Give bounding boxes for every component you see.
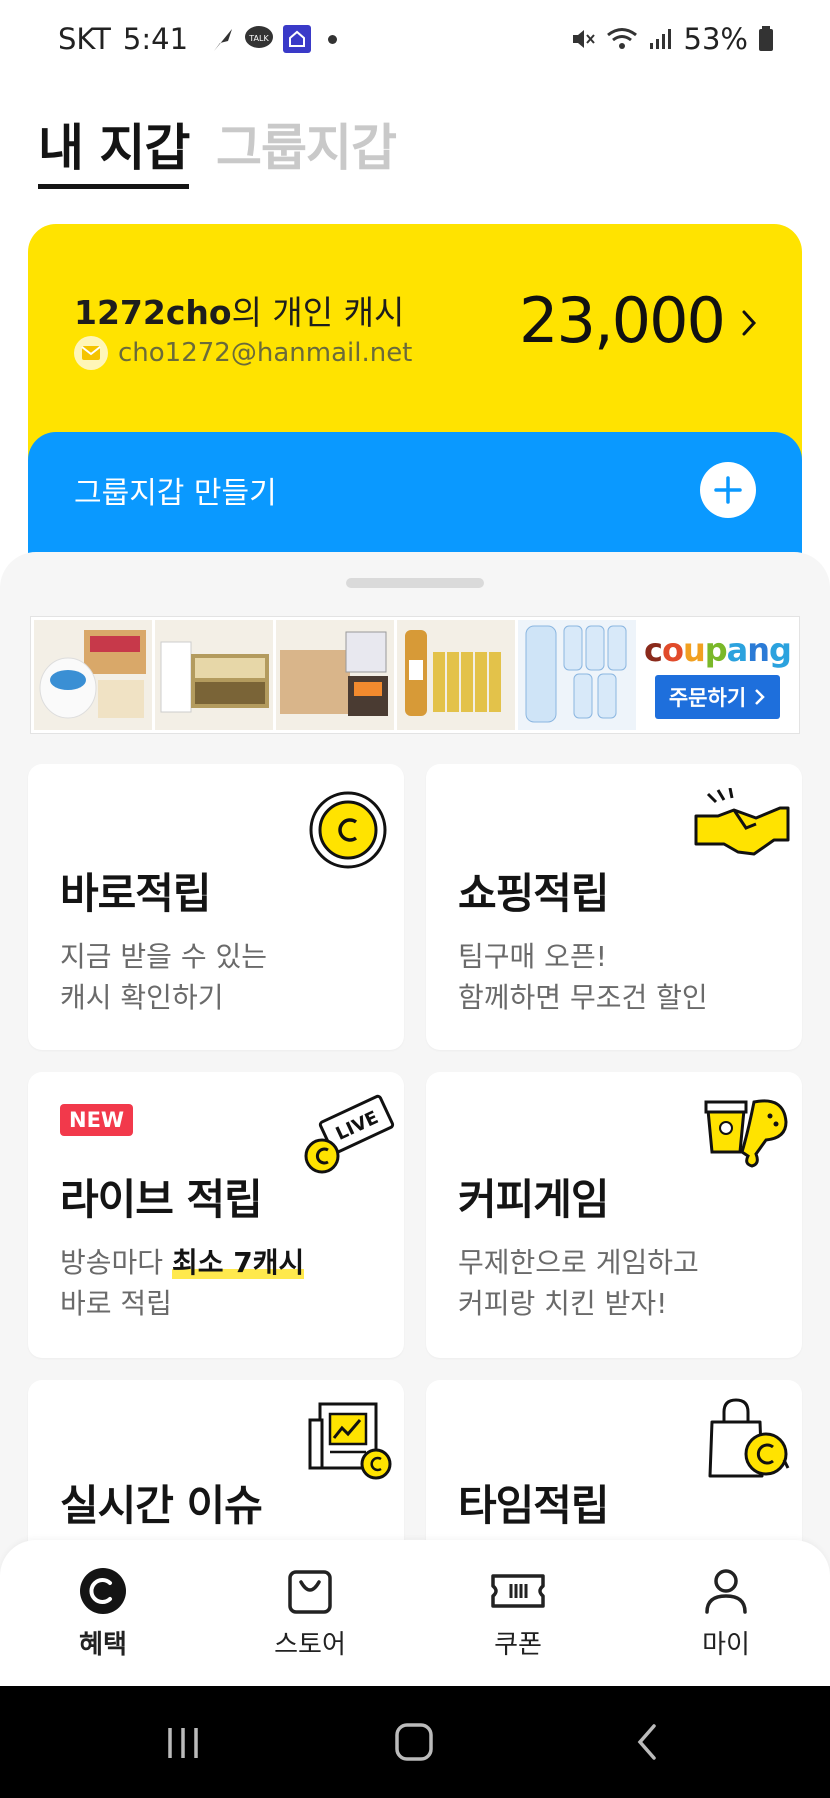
handshake-icon [694,788,790,856]
notification-dot [328,34,338,44]
order-button-label: 주문하기 [668,686,747,710]
nav-store[interactable]: 스토어 [250,1566,370,1661]
card-title: 쇼핑적립 [458,869,610,918]
nav-label: 스토어 [274,1630,346,1660]
card-coffee-game[interactable]: 커피게임 무제한으로 게임하고 커피랑 치킨 받자! [426,1072,802,1358]
nav-coupon[interactable]: 쿠폰 [458,1566,578,1661]
cash-amount: 23,000 [519,284,726,357]
card-desc: 방송마다 최소 7캐시 바로 적립 [60,1246,305,1320]
coffee-chicken-icon [704,1099,788,1168]
product-thumb-box [276,620,394,730]
cash-title-suffix: 의 개인 캐시 [231,293,405,332]
wifi-icon [606,28,637,49]
store-bag-icon [288,1570,332,1614]
card-shopping-reward[interactable]: 쇼핑적립 팀구매 오픈! 함께하면 무조건 할인 [426,764,802,1050]
card-instant-reward[interactable]: 바로적립 지금 받을 수 있는 캐시 확인하기 [28,764,404,1050]
card-title: 타임적립 [458,1481,610,1530]
battery-percent: 53% [683,22,748,56]
cash-card-title: 1272cho의 개인 캐시 [74,286,404,334]
live-ticket-icon: LIVE [304,1094,395,1174]
cash-card-email-row: cho1272@hanmail.net [74,336,412,370]
coupang-brand-area: coupang coupang 주문하기 [639,620,796,730]
feather-app-icon [214,29,233,51]
sheet-drag-handle[interactable] [346,578,484,588]
user-id: 1272cho [74,293,232,332]
signal-icon [649,29,671,49]
bottom-navigation: 혜택 스토어 쿠폰 마이 [0,1540,830,1686]
status-left: SKT 5:41 TALK [58,22,338,56]
card-title: 바로적립 [60,869,212,918]
status-right: 53% [570,22,774,56]
new-badge: NEW [60,1104,134,1136]
person-icon [705,1569,747,1614]
tab-my-wallet[interactable]: 내 지갑 [38,108,190,189]
carrier-label: SKT [58,22,111,56]
coupang-logo: coupang coupang [644,631,792,669]
highlight-text: 최소 7캐시 [171,1246,305,1279]
create-group-wallet-label: 그룹지갑 만들기 [74,476,277,511]
product-thumb-drinks [155,620,273,730]
svg-text:TALK: TALK [248,34,269,43]
coupang-ad-banner[interactable]: coupang coupang 주문하기 [30,616,800,734]
benefit-coin-icon [80,1568,126,1614]
product-thumb-rice [34,620,152,730]
nav-label: 혜택 [79,1630,127,1660]
user-email: cho1272@hanmail.net [118,338,413,368]
coupang-order-button[interactable]: 주문하기 [654,675,781,719]
product-thumb-tea [397,620,515,730]
card-title: 라이브 적립 [60,1175,263,1224]
nav-benefits[interactable]: 혜택 [43,1566,163,1661]
coupon-ticket-icon [491,1574,545,1608]
battery-icon [759,26,773,51]
home-app-icon [283,25,312,53]
chevron-right-icon [742,310,757,336]
talk-icon: TALK [245,26,274,48]
chevron-right-icon [755,689,765,705]
card-title: 실시간 이슈 [60,1481,263,1530]
clock: 5:41 [122,22,189,56]
mail-icon [74,336,108,370]
card-desc: 팀구매 오픈! 함께하면 무조건 할인 [458,940,708,1014]
shopping-bag-timer-icon [708,1398,790,1478]
product-thumb-water [518,620,636,730]
card-title: 커피게임 [458,1175,610,1224]
back-button-icon[interactable] [632,1722,662,1762]
news-chart-icon [308,1402,392,1480]
nav-label: 쿠폰 [494,1630,542,1660]
card-desc: 지금 받을 수 있는 캐시 확인하기 [60,940,268,1014]
mute-icon [572,30,595,48]
card-desc: 무제한으로 게임하고 커피랑 치킨 받자! [458,1246,699,1320]
nav-my[interactable]: 마이 [666,1566,786,1661]
system-navigation-bar [0,1686,830,1798]
home-button-icon[interactable] [394,1722,434,1762]
status-bar: SKT 5:41 TALK 53% [0,0,830,80]
nav-label: 마이 [702,1630,750,1660]
add-group-wallet-button[interactable] [700,462,756,518]
card-live-reward[interactable]: NEW LIVE 라이브 적립 방송마다 최소 7캐시 바로 적립 [28,1072,404,1358]
coin-icon [309,791,387,869]
tab-group-wallet[interactable]: 그룹지갑 [216,108,397,180]
plus-icon [714,476,742,504]
recent-apps-icon[interactable] [164,1724,202,1762]
